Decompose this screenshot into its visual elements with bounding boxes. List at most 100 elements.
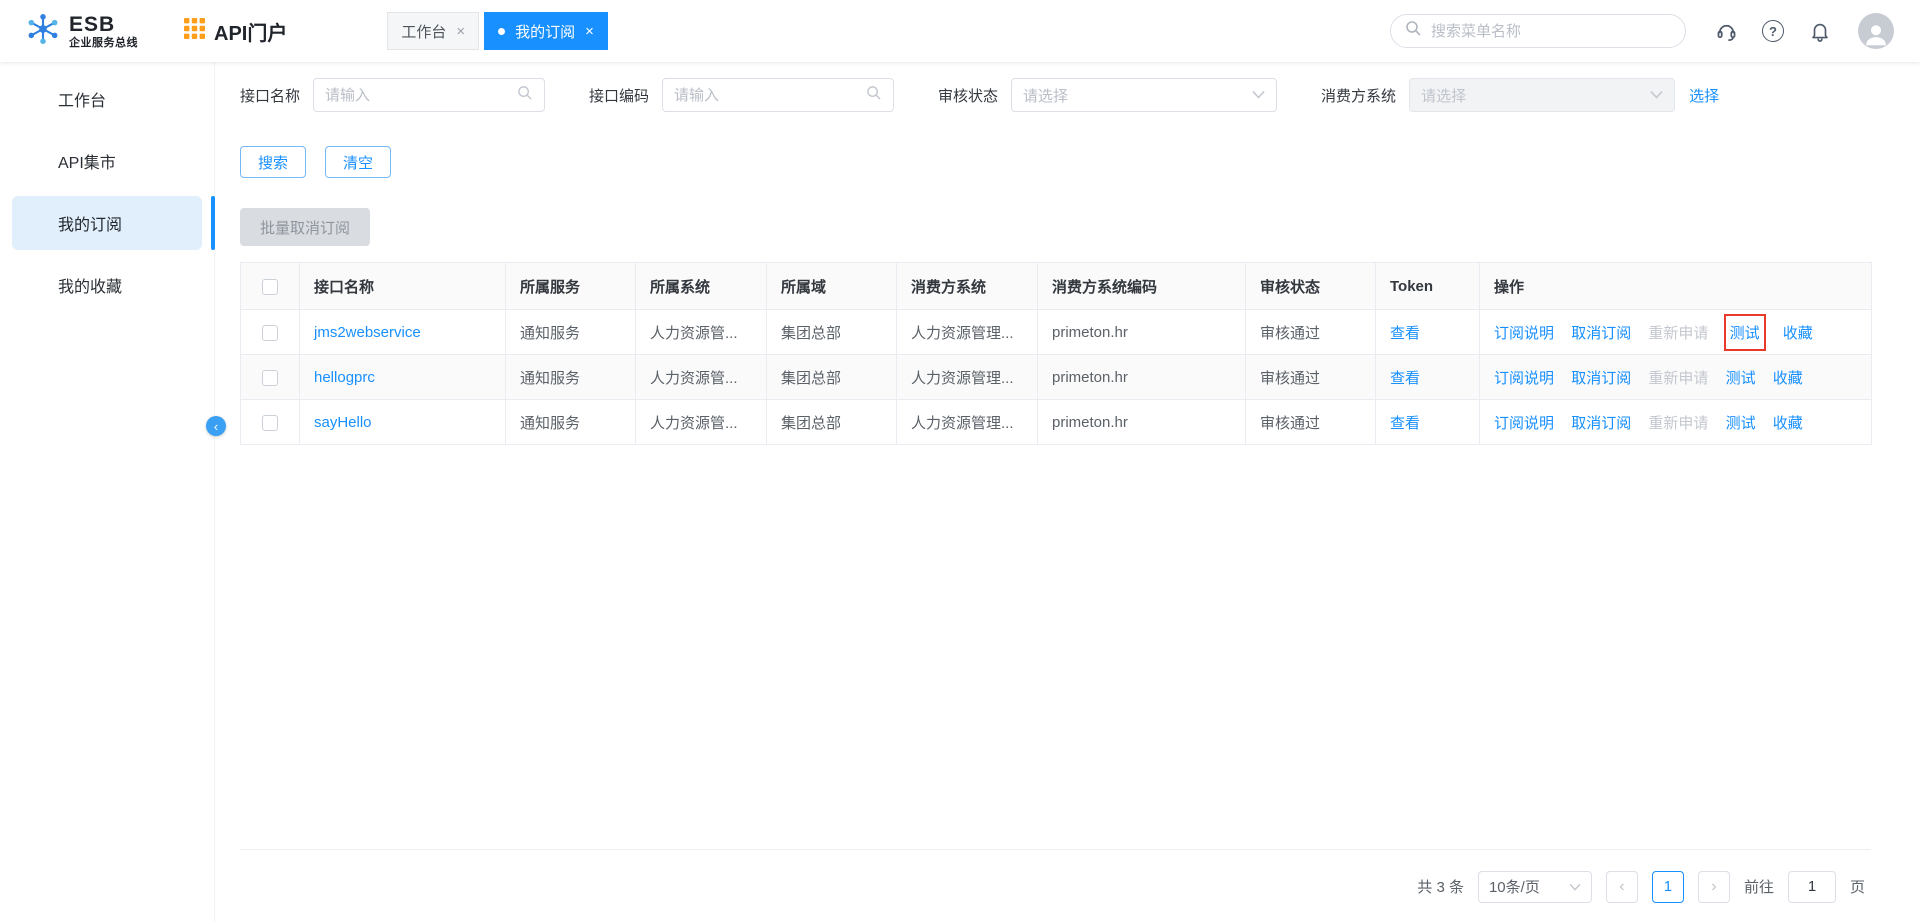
col-token: Token [1376, 263, 1480, 310]
search-icon [517, 85, 533, 106]
interface-name-link[interactable]: sayHello [314, 414, 372, 431]
actions-cell: 订阅说明 取消订阅 重新申请 测试 收藏 [1480, 355, 1872, 400]
favorite-link[interactable]: 收藏 [1773, 370, 1803, 387]
help-icon[interactable]: ? [1761, 19, 1785, 43]
filter-interface-name: 接口名称 [240, 78, 545, 112]
sidebar-item-label: 工作台 [58, 87, 106, 111]
clear-button[interactable]: 清空 [325, 146, 391, 178]
search-button[interactable]: 搜索 [240, 146, 306, 178]
interface-name-cell: jms2webservice [300, 310, 506, 355]
esb-logo-icon [26, 12, 60, 51]
consumer-code-cell: primeton.hr [1038, 310, 1246, 355]
row-checkbox[interactable] [262, 415, 278, 431]
cancel-subscription-link[interactable]: 取消订阅 [1571, 370, 1631, 387]
col-domain: 所属域 [767, 263, 897, 310]
open-tabs: 工作台 × 我的订阅 × [387, 12, 608, 50]
system-cell: 人力资源管... [636, 355, 767, 400]
test-link[interactable]: 测试 [1726, 415, 1756, 432]
filter-label: 消费方系统 [1321, 85, 1396, 106]
page-size-value: 10条/页 [1489, 876, 1540, 897]
select-all-checkbox[interactable] [262, 279, 278, 295]
table-row: jms2webservice 通知服务 人力资源管... 集团总部 人力资源管理… [241, 310, 1872, 355]
row-checkbox[interactable] [262, 325, 278, 341]
interface-name-cell: hellogprc [300, 355, 506, 400]
esb-logo: ESB 企业服务总线 [0, 12, 138, 51]
col-service: 所属服务 [506, 263, 636, 310]
sidebar-collapse-button[interactable]: ‹ [206, 416, 226, 436]
filter-actions: 搜索 清空 [240, 146, 1871, 178]
batch-unsubscribe-button[interactable]: 批量取消订阅 [240, 208, 370, 246]
active-dot-icon [498, 28, 505, 35]
status-cell: 审核通过 [1246, 310, 1376, 355]
audit-status-select[interactable]: 请选择 [1011, 78, 1277, 112]
close-icon[interactable]: × [585, 23, 594, 40]
token-view-link[interactable]: 查看 [1390, 415, 1420, 432]
filter-bar: 接口名称 接口编码 审核状态 [240, 78, 1871, 112]
filter-interface-code: 接口编码 [589, 78, 894, 112]
interface-code-input[interactable] [674, 87, 866, 104]
next-page-button[interactable]: › [1698, 871, 1730, 903]
token-view-link[interactable]: 查看 [1390, 370, 1420, 387]
reapply-link: 重新申请 [1648, 325, 1708, 342]
interface-name-input[interactable] [325, 87, 517, 104]
filter-consumer-system: 消费方系统 请选择 选择 [1321, 78, 1719, 112]
subscription-desc-link[interactable]: 订阅说明 [1494, 415, 1554, 432]
consumer-system-select: 请选择 [1409, 78, 1675, 112]
sidebar-item-workbench[interactable]: 工作台 [12, 72, 202, 126]
page-title: API门户 [214, 17, 287, 46]
col-system: 所属系统 [636, 263, 767, 310]
goto-page-input[interactable] [1788, 871, 1836, 903]
topbar-icons: ? [1714, 19, 1832, 43]
sidebar-item-my-favorites[interactable]: 我的收藏 [12, 258, 202, 312]
table-row: sayHello 通知服务 人力资源管... 集团总部 人力资源管理... pr… [241, 400, 1872, 445]
sidebar: 工作台 API集市 我的订阅 我的收藏 [0, 62, 215, 922]
close-icon[interactable]: × [456, 23, 465, 40]
row-checkbox[interactable] [262, 370, 278, 386]
tab-my-subscriptions[interactable]: 我的订阅 × [484, 12, 608, 50]
token-cell: 查看 [1376, 400, 1480, 445]
sidebar-item-my-subscriptions[interactable]: 我的订阅 [12, 196, 202, 250]
logo-title: ESB [69, 14, 138, 35]
sidebar-item-api-market[interactable]: API集市 [12, 134, 202, 188]
chevron-down-icon [1569, 878, 1581, 895]
select-placeholder: 请选择 [1023, 85, 1068, 106]
tab-workbench[interactable]: 工作台 × [387, 12, 479, 50]
interface-name-link[interactable]: hellogprc [314, 369, 375, 386]
menu-search-input[interactable] [1431, 23, 1671, 40]
interface-name-link[interactable]: jms2webservice [314, 324, 421, 341]
test-link[interactable]: 测试 [1726, 370, 1756, 387]
menu-search[interactable] [1390, 14, 1686, 48]
consumer-cell: 人力资源管理... [897, 400, 1038, 445]
interface-name-input-wrap [313, 78, 545, 112]
tab-label: 工作台 [401, 21, 446, 42]
select-all-cell [241, 263, 300, 310]
favorite-link[interactable]: 收藏 [1773, 415, 1803, 432]
consumer-code-cell: primeton.hr [1038, 400, 1246, 445]
test-link-highlighted[interactable]: 测试 [1724, 314, 1766, 351]
page-size-select[interactable]: 10条/页 [1478, 871, 1592, 903]
row-select-cell [241, 400, 300, 445]
prev-page-button[interactable]: ‹ [1606, 871, 1638, 903]
interface-name-cell: sayHello [300, 400, 506, 445]
filter-label: 审核状态 [938, 85, 998, 106]
table-toolbar: 批量取消订阅 [240, 208, 1871, 246]
avatar[interactable] [1858, 13, 1894, 49]
service-cell: 通知服务 [506, 400, 636, 445]
chevron-down-icon [1252, 86, 1265, 104]
search-icon [1405, 20, 1422, 42]
cancel-subscription-link[interactable]: 取消订阅 [1571, 325, 1631, 342]
bell-icon[interactable] [1808, 19, 1832, 43]
filter-label: 接口名称 [240, 85, 300, 106]
headset-icon[interactable] [1714, 19, 1738, 43]
subscription-desc-link[interactable]: 订阅说明 [1494, 325, 1554, 342]
table-row: hellogprc 通知服务 人力资源管... 集团总部 人力资源管理... p… [241, 355, 1872, 400]
token-view-link[interactable]: 查看 [1390, 325, 1420, 342]
status-cell: 审核通过 [1246, 400, 1376, 445]
consumer-system-choose-link[interactable]: 选择 [1689, 85, 1719, 106]
subscription-desc-link[interactable]: 订阅说明 [1494, 370, 1554, 387]
favorite-link[interactable]: 收藏 [1783, 325, 1813, 342]
page-1-button[interactable]: 1 [1652, 871, 1684, 903]
cancel-subscription-link[interactable]: 取消订阅 [1571, 415, 1631, 432]
pagination: 共 3 条 10条/页 ‹ 1 › 前往 页 [240, 850, 1871, 922]
sidebar-item-label: 我的收藏 [58, 273, 122, 297]
